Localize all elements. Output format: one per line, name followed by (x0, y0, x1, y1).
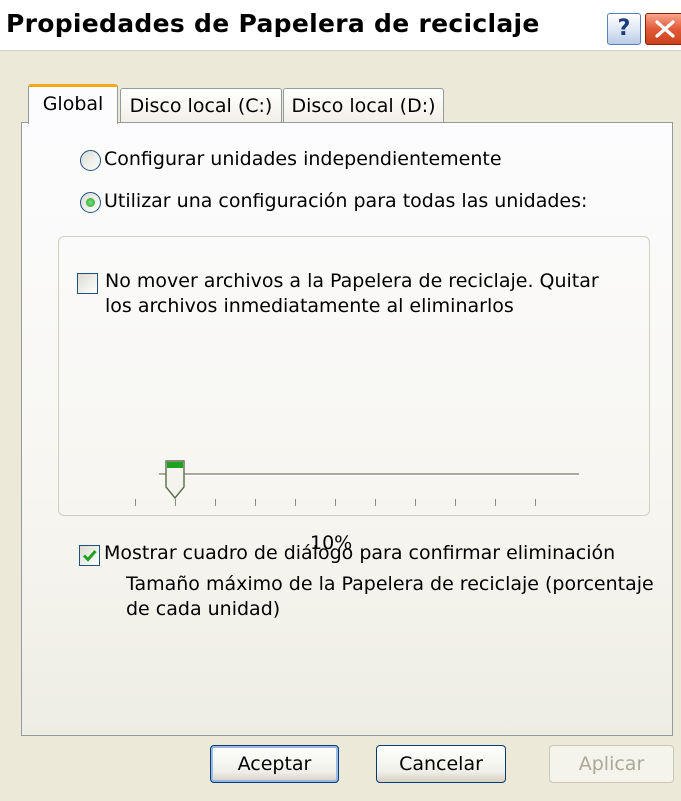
tab-disco-local-d[interactable]: Disco local (D:) (283, 88, 444, 123)
confirm-delete-label[interactable]: Mostrar cuadro de diálogo para confirmar… (104, 542, 615, 564)
apply-button[interactable]: Aplicar (549, 745, 674, 783)
size-slider-thumb[interactable] (164, 459, 186, 501)
slider-tick (295, 499, 296, 506)
help-button[interactable]: ? (607, 13, 641, 45)
title-bar[interactable]: Propiedades de Papelera de reciclaje ? (0, 0, 681, 51)
close-icon (655, 20, 675, 38)
radio-use-one-setting-label[interactable]: Utilizar una configuración para todas la… (104, 190, 587, 212)
confirm-delete-checkbox[interactable] (79, 545, 100, 566)
no-move-label-line1[interactable]: No mover archivos a la Papelera de recic… (105, 270, 599, 292)
slider-tick (215, 499, 216, 506)
size-caption-line1: Tamaño máximo de la Papelera de reciclaj… (126, 573, 654, 595)
size-slider-track[interactable] (159, 473, 579, 476)
tab-disco-local-c[interactable]: Disco local (C:) (120, 88, 282, 123)
close-button[interactable] (645, 13, 681, 45)
cancel-button[interactable]: Cancelar (376, 745, 506, 783)
no-move-checkbox[interactable] (77, 273, 98, 294)
radio-configure-independently-label[interactable]: Configurar unidades independientemente (104, 148, 502, 170)
tab-panel-global: Configurar unidades independientemente U… (21, 122, 673, 736)
checkmark-icon (82, 550, 97, 562)
slider-tick (495, 499, 496, 506)
global-settings-group: No mover archivos a la Papelera de recic… (58, 236, 654, 620)
window-title: Propiedades de Papelera de reciclaje (6, 9, 540, 38)
ok-button[interactable]: Aceptar (210, 745, 339, 783)
slider-tick (535, 499, 536, 506)
dialog-window: Propiedades de Papelera de reciclaje ? G… (0, 0, 681, 801)
slider-tick (135, 499, 136, 506)
radio-selected-dot (86, 198, 95, 207)
slider-tick (455, 499, 456, 506)
slider-tick (415, 499, 416, 506)
slider-tick (335, 499, 336, 506)
slider-tick (375, 499, 376, 506)
radio-use-one-setting[interactable] (80, 192, 101, 213)
size-caption-line2: de cada unidad) (126, 598, 281, 620)
slider-tick (255, 499, 256, 506)
radio-configure-independently[interactable] (80, 150, 101, 171)
no-move-label-line2[interactable]: los archivos inmediatamente al eliminarl… (105, 295, 514, 317)
tab-global[interactable]: Global (28, 84, 118, 124)
